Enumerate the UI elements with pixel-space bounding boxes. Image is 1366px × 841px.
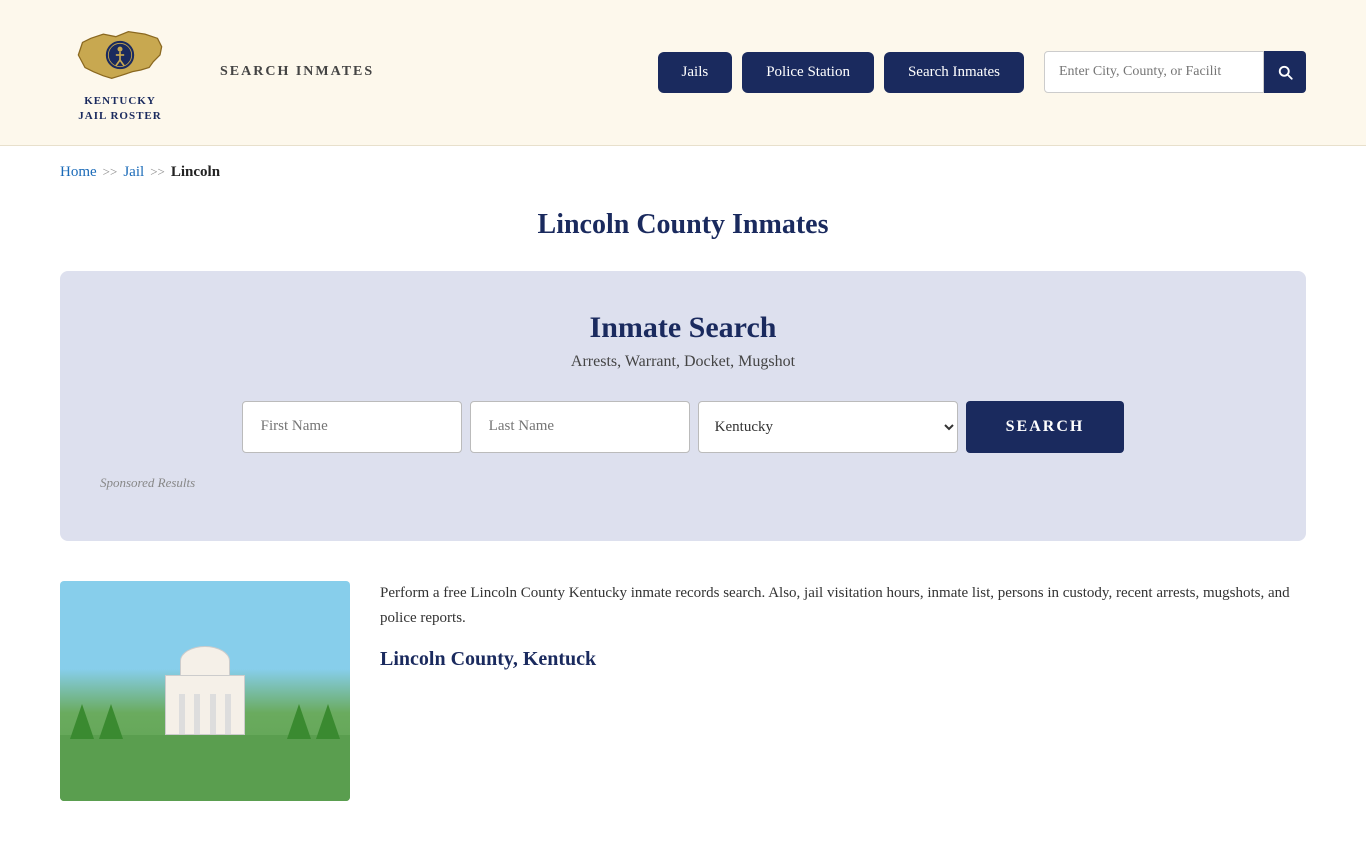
sponsored-label: Sponsored Results bbox=[100, 475, 1266, 491]
state-select[interactable]: Kentucky Alabama Alaska Arizona Arkansas… bbox=[698, 401, 958, 453]
breadcrumb-bar: Home >> Jail >> Lincoln bbox=[0, 146, 1366, 199]
content-subheading: Lincoln County, Kentuck bbox=[380, 648, 1306, 671]
breadcrumb-sep1: >> bbox=[103, 164, 118, 180]
header-search-input[interactable] bbox=[1044, 51, 1264, 93]
inmate-search-subtitle: Arrests, Warrant, Docket, Mugshot bbox=[100, 353, 1266, 371]
breadcrumb-sep2: >> bbox=[150, 164, 165, 180]
search-inmates-label: SEARCH INMATES bbox=[220, 64, 374, 80]
breadcrumb-jail[interactable]: Jail bbox=[123, 164, 144, 181]
trees-left bbox=[70, 704, 123, 739]
page-title-section: Lincoln County Inmates bbox=[0, 199, 1366, 271]
courthouse-column bbox=[194, 694, 200, 734]
courthouse-column bbox=[210, 694, 216, 734]
header: KENTUCKY JAIL ROSTER SEARCH INMATES Jail… bbox=[0, 0, 1366, 146]
kentucky-logo-icon bbox=[70, 20, 170, 90]
courthouse-dome bbox=[180, 646, 230, 676]
courthouse-icon bbox=[165, 645, 245, 735]
breadcrumb-current: Lincoln bbox=[171, 164, 220, 181]
last-name-input[interactable] bbox=[470, 401, 690, 453]
logo-text: KENTUCKY JAIL ROSTER bbox=[78, 94, 161, 125]
tree-icon bbox=[70, 704, 94, 739]
courthouse-columns bbox=[166, 694, 244, 734]
content-text: Perform a free Lincoln County Kentucky i… bbox=[380, 581, 1306, 671]
header-search-button[interactable] bbox=[1264, 51, 1306, 93]
search-icon bbox=[1276, 63, 1294, 81]
tree-icon bbox=[316, 704, 340, 739]
breadcrumb-home[interactable]: Home bbox=[60, 164, 97, 181]
inmate-search-title: Inmate Search bbox=[100, 311, 1266, 345]
logo-area: KENTUCKY JAIL ROSTER bbox=[60, 20, 180, 125]
first-name-input[interactable] bbox=[242, 401, 462, 453]
content-description: Perform a free Lincoln County Kentucky i… bbox=[380, 581, 1306, 632]
inmate-search-form: Kentucky Alabama Alaska Arizona Arkansas… bbox=[100, 401, 1266, 453]
search-button[interactable]: SEARCH bbox=[966, 401, 1125, 453]
jails-button[interactable]: Jails bbox=[658, 52, 733, 93]
courthouse-body bbox=[165, 675, 245, 735]
tree-icon bbox=[287, 704, 311, 739]
trees-right bbox=[287, 704, 340, 739]
courthouse-column bbox=[225, 694, 231, 734]
tree-icon bbox=[99, 704, 123, 739]
search-inmates-button[interactable]: Search Inmates bbox=[884, 52, 1024, 93]
police-station-button[interactable]: Police Station bbox=[742, 52, 874, 93]
page-title: Lincoln County Inmates bbox=[60, 209, 1306, 241]
content-section: Perform a free Lincoln County Kentucky i… bbox=[0, 571, 1366, 841]
header-search-container bbox=[1044, 51, 1306, 93]
inmate-search-box: Inmate Search Arrests, Warrant, Docket, … bbox=[60, 271, 1306, 541]
breadcrumb: Home >> Jail >> Lincoln bbox=[60, 164, 1306, 181]
courthouse-column bbox=[179, 694, 185, 734]
main-nav: Jails Police Station Search Inmates bbox=[658, 51, 1306, 93]
